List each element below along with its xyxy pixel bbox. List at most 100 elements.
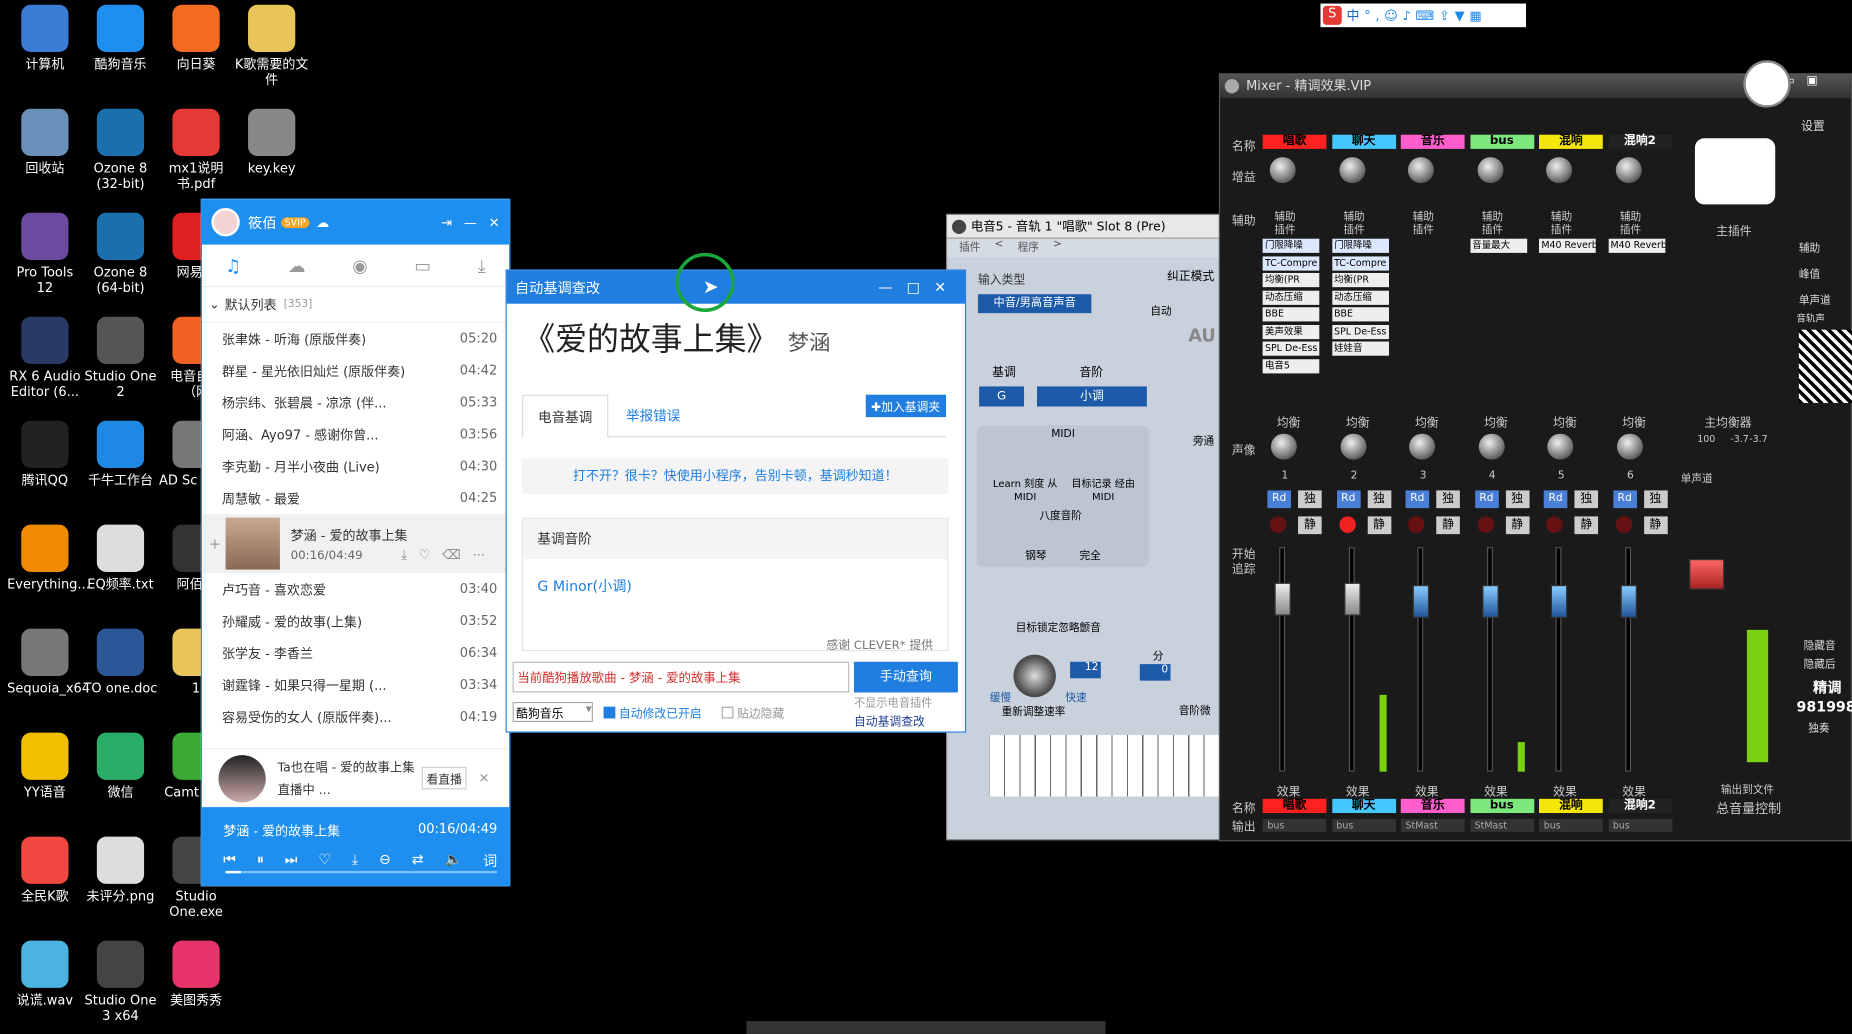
solo-button[interactable]: 独: [1367, 490, 1391, 509]
hide-toggle-1[interactable]: 隐藏音: [1804, 637, 1836, 652]
cloud-icon[interactable]: ☁: [288, 255, 306, 276]
record-button[interactable]: Rd: [1474, 490, 1499, 509]
minus-icon[interactable]: ⊖: [379, 851, 391, 871]
desktop-icon[interactable]: Everything...: [7, 524, 90, 592]
desktop-icon[interactable]: 未评分.png: [83, 836, 159, 904]
tab-report[interactable]: 举报错误: [626, 395, 680, 438]
gain-knob[interactable]: [1269, 157, 1296, 184]
arm-button[interactable]: [1615, 516, 1632, 533]
song-row[interactable]: 李克勤 - 月半小夜曲 (Live) 04:30: [202, 450, 509, 482]
desktop-icon[interactable]: 回收站: [7, 108, 83, 176]
record-button[interactable]: Rd: [1543, 490, 1568, 509]
fader-cap[interactable]: [1619, 584, 1637, 619]
full-option[interactable]: 完全: [1080, 547, 1101, 563]
channel-name-bottom[interactable]: 唱歌: [1262, 798, 1327, 814]
mute-button[interactable]: 静: [1574, 516, 1599, 535]
fader-cap[interactable]: [1343, 582, 1361, 616]
pan-knob[interactable]: [1339, 433, 1366, 460]
close-icon[interactable]: ✕: [934, 279, 960, 296]
channel-name-bottom[interactable]: 聊天: [1331, 798, 1396, 814]
ime-toolbar[interactable]: S 中 °,☺♪⌨⇪▼▦: [1320, 3, 1527, 28]
desktop-icon[interactable]: TO one.doc: [83, 628, 159, 696]
desktop-icon[interactable]: 千牛工作台: [83, 420, 159, 488]
fader-cap[interactable]: [1481, 584, 1499, 619]
desktop-icon[interactable]: Ozone 8 (32-bit): [83, 108, 159, 192]
output-select[interactable]: StMast: [1400, 818, 1465, 832]
fader-cap[interactable]: [1412, 584, 1430, 619]
auto-label[interactable]: 自动: [1150, 303, 1171, 318]
fader-cap[interactable]: [1274, 582, 1291, 616]
learn-scale-button[interactable]: Learn 刻度 从MIDI: [992, 479, 1058, 505]
solo-button[interactable]: 独: [1574, 490, 1599, 509]
channel-name[interactable]: 聊天: [1331, 134, 1396, 149]
fen-value[interactable]: 0: [1139, 664, 1171, 681]
download-icon[interactable]: ⤓: [352, 851, 358, 871]
solo-button[interactable]: 独: [1643, 490, 1668, 509]
insert-slot[interactable]: 娃娃音: [1331, 341, 1389, 356]
program-menu[interactable]: 程序: [1018, 239, 1039, 258]
insert-slot[interactable]: 音量最大: [1469, 238, 1527, 253]
notice-banner[interactable]: 打不开？很卡？快使用小程序，告别卡顿，基调秒知道！: [522, 458, 949, 494]
desktop-icon[interactable]: 酷狗音乐: [83, 4, 159, 72]
current-song-row[interactable]: + 梦涵 - 爱的故事上集 00:16/04:49 ⤓♡⌫⋯: [201, 514, 510, 574]
song-row[interactable]: 谢霆锋 - 如果只得一星期 (... 03:34: [202, 669, 509, 701]
pause-icon[interactable]: ⏸: [257, 851, 264, 871]
gain-knob[interactable]: [1407, 157, 1434, 184]
manual-query-button[interactable]: 手动查询: [853, 661, 958, 693]
arm-button[interactable]: [1407, 516, 1425, 533]
mute-button[interactable]: 静: [1298, 516, 1322, 535]
song-row[interactable]: 容易受伤的女人 (原版伴奏)... 04:19: [202, 701, 509, 733]
auto-key-link[interactable]: 自动基调查改: [854, 711, 925, 729]
channel-name-bottom[interactable]: bus: [1469, 798, 1534, 814]
retune-knob[interactable]: [1013, 654, 1056, 698]
music-note-icon[interactable]: ♫: [225, 255, 241, 276]
record-button[interactable]: Rd: [1336, 490, 1361, 509]
logo-avatar[interactable]: [1743, 60, 1791, 108]
desktop-icon[interactable]: RX 6 Audio Editor (6...: [7, 316, 83, 399]
insert-slot[interactable]: 门限降噪: [1331, 238, 1389, 253]
desktop-icon[interactable]: mx1说明书.pdf: [158, 108, 234, 192]
desktop-icon[interactable]: 向日葵: [158, 4, 234, 72]
insert-slot[interactable]: 门限降噪: [1262, 238, 1320, 253]
solo-button[interactable]: 独: [1505, 490, 1529, 509]
add-key-button[interactable]: ✚加入基调夹: [865, 394, 947, 418]
current-song-field[interactable]: 当前酷狗播放歌曲 - 梦涵 - 爱的故事上集: [512, 661, 850, 693]
desktop-icon[interactable]: EQ频率.txt: [83, 524, 159, 592]
auto-fix-checkbox[interactable]: 自动修改已开启: [603, 703, 702, 721]
key-select[interactable]: G: [979, 386, 1025, 407]
username[interactable]: 筱佰: [248, 212, 276, 232]
gain-knob[interactable]: [1476, 157, 1503, 184]
input-type-select[interactable]: 中音/男高音声音: [977, 294, 1092, 314]
desktop-icon[interactable]: 微信: [83, 732, 159, 800]
song-row[interactable]: 孙耀威 - 爱的故事(上集) 03:52: [202, 605, 509, 637]
channel-name-bottom[interactable]: 混响: [1538, 798, 1603, 814]
channel-name-bottom[interactable]: 音乐: [1400, 798, 1465, 814]
target-midi-button[interactable]: 目标记录 经由MIDI: [1070, 479, 1136, 505]
fader-track[interactable]: [1486, 547, 1493, 772]
arm-button[interactable]: [1269, 516, 1287, 533]
progress-track[interactable]: [225, 870, 498, 874]
mixer-window-controls[interactable]: ▭▣: [1783, 74, 1852, 91]
desktop-icon[interactable]: Studio One 3 x64: [83, 940, 159, 1023]
arm-button[interactable]: [1338, 516, 1356, 533]
row-actions[interactable]: ⤓♡⌫⋯: [401, 547, 497, 564]
solo-button[interactable]: 独: [1298, 490, 1322, 509]
song-row[interactable]: 杨宗纬、张碧晨 - 凉凉 (伴... 05:33: [202, 386, 509, 418]
peak-button[interactable]: 峰值: [1799, 266, 1837, 281]
aux-button[interactable]: 辅助: [1799, 240, 1837, 255]
streamer-avatar[interactable]: [218, 754, 266, 802]
output-select[interactable]: StMast: [1469, 818, 1534, 832]
song-row[interactable]: 阿涵、Ayo97 - 感谢你曾... 03:56: [202, 418, 509, 450]
gain-knob[interactable]: [1338, 157, 1365, 184]
record-button[interactable]: Rd: [1612, 490, 1637, 509]
desktop-icon[interactable]: 腾讯QQ: [7, 420, 83, 488]
fader-cap[interactable]: [1550, 584, 1568, 619]
export-button[interactable]: 输出到文件: [1721, 781, 1774, 797]
insert-slot[interactable]: TC-Compre: [1331, 255, 1389, 271]
output-select[interactable]: bus: [1331, 818, 1396, 832]
song-row[interactable]: 张聿姝 - 听海 (原版伴奏) 05:20: [202, 323, 509, 355]
desktop-icon[interactable]: Sequoia_x64: [7, 628, 90, 696]
insert-slot[interactable]: 均衡(PR: [1331, 272, 1389, 288]
mono-button[interactable]: 单声道: [1799, 292, 1837, 307]
output-select[interactable]: bus: [1262, 818, 1327, 832]
